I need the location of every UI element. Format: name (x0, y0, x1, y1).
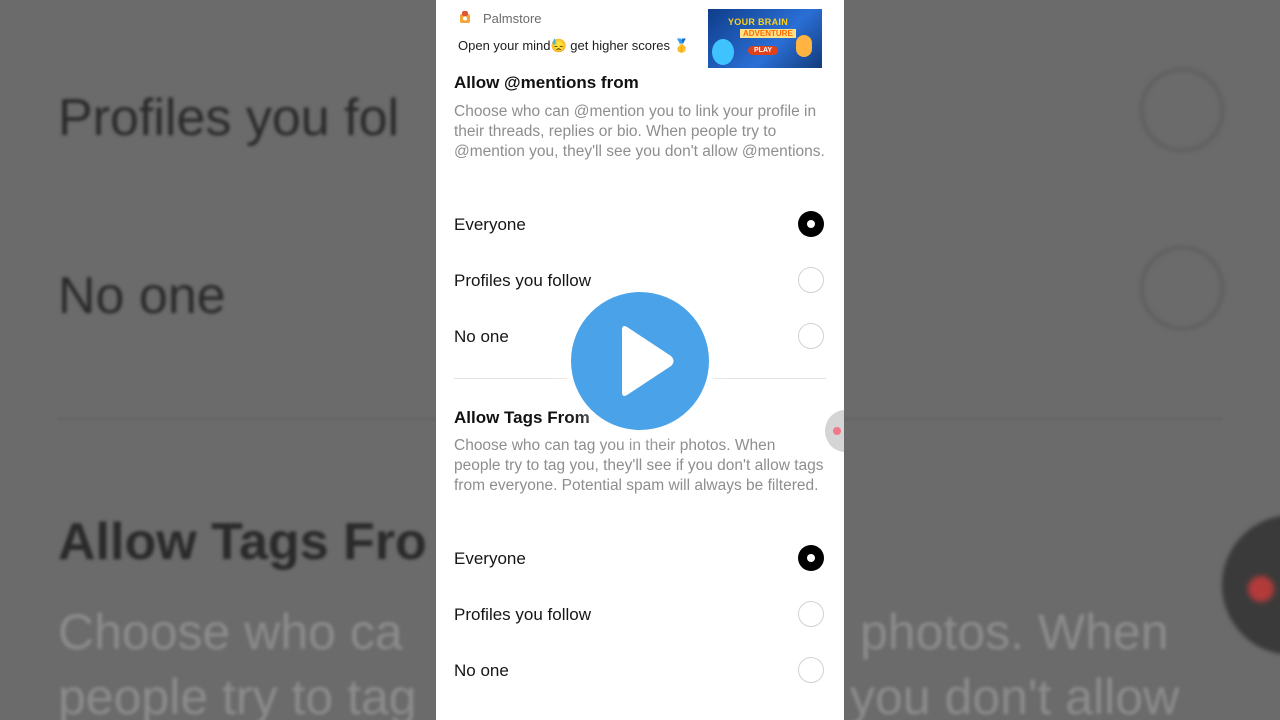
radio-button[interactable] (798, 267, 824, 293)
option-label: Everyone (454, 215, 526, 234)
ad-brand-name: Palmstore (483, 11, 542, 26)
tags-section-title: Allow Tags From (454, 408, 590, 427)
tags-option-profiles-you-follow[interactable]: Profiles you follow (436, 593, 844, 639)
tags-description: Choose who can tag you in their photos. … (454, 437, 824, 494)
bg-desc-text: people try to tag (58, 669, 417, 720)
radio-button[interactable] (798, 323, 824, 349)
ad-banner-title: YOUR BRAIN (728, 17, 789, 27)
tags-option-everyone[interactable]: Everyone (436, 537, 844, 583)
palmstore-logo-icon (460, 11, 470, 23)
option-label: No one (454, 327, 509, 346)
ad-banner-subtitle: ADVENTURE (740, 29, 796, 38)
mentions-description: Choose who can @mention you to link your… (454, 103, 825, 160)
bg-radio (1140, 246, 1224, 330)
mentions-option-everyone[interactable]: Everyone (436, 203, 844, 249)
bg-radio (1140, 68, 1224, 152)
bg-title-text: Allow Tags Fro (58, 513, 427, 571)
ad-image[interactable]: YOUR BRAIN ADVENTURE PLAY (708, 9, 822, 68)
ad-character-icon (712, 39, 734, 65)
radio-button-selected[interactable] (798, 211, 824, 237)
bg-desc-text: you don't allow (850, 669, 1180, 720)
radio-button-selected[interactable] (798, 545, 824, 571)
ad-play-button[interactable]: PLAY (748, 46, 779, 55)
bg-profiles-text: Profiles you fol (58, 89, 400, 147)
option-label: Profiles you follow (454, 605, 592, 624)
bg-desc-text: Choose who ca (58, 604, 403, 660)
bg-desc-text: photos. When (860, 604, 1169, 660)
option-label: Profiles you follow (454, 271, 592, 290)
radio-button[interactable] (798, 601, 824, 627)
bg-no-one-text: No one (58, 267, 226, 325)
play-icon (622, 326, 674, 396)
ad-character-icon (796, 35, 812, 57)
record-dot-icon (833, 427, 841, 435)
ad-banner[interactable]: Palmstore Open your mind😓 get higher sco… (436, 0, 844, 76)
video-play-button[interactable] (571, 292, 709, 430)
option-label: No one (454, 661, 509, 680)
tags-option-no-one[interactable]: No one (436, 649, 844, 695)
mentions-section-title: Allow @mentions from (454, 73, 639, 92)
option-label: Everyone (454, 549, 526, 568)
radio-button[interactable] (798, 657, 824, 683)
bg-floating-dot (1248, 576, 1274, 602)
ad-text: Open your mind😓 get higher scores 🥇 (458, 38, 690, 53)
